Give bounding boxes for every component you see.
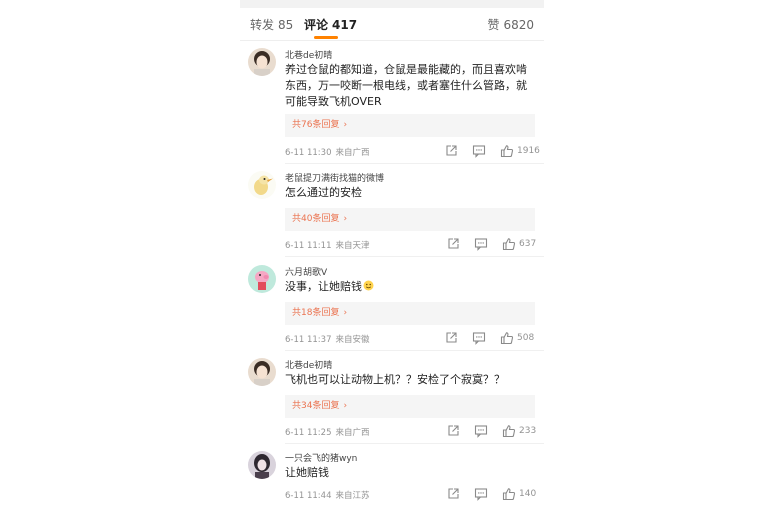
comment-item: 老鼠提刀满街找猫的微博 怎么通过的安检 共40条回复 › 6-11 11:11 来自…	[240, 171, 544, 257]
replies-link[interactable]: 共76条回复 ›	[285, 114, 535, 137]
thumbs-up-icon[interactable]	[500, 144, 514, 158]
like-count: 1916	[517, 146, 540, 156]
comment-icon[interactable]	[474, 424, 488, 438]
share-icon[interactable]	[446, 237, 460, 251]
username[interactable]: 北巷de初晴	[285, 358, 332, 371]
comment-meta: 6-11 11:37 来自安徽	[285, 333, 370, 345]
comment-text: 让她赔钱	[285, 466, 329, 479]
timestamp: 6-11 11:37	[285, 335, 332, 345]
tab-like[interactable]: 赞 6820	[487, 16, 534, 33]
tab-like-label: 赞	[487, 18, 500, 32]
smile-emoji-icon	[363, 280, 374, 291]
comment-text: 没事，让她赔钱	[285, 279, 537, 295]
chevron-right-icon: ›	[343, 308, 348, 318]
share-icon[interactable]	[446, 424, 460, 438]
like-count: 508	[517, 333, 535, 343]
top-strip	[240, 0, 544, 8]
tab-comment-count: 417	[332, 18, 358, 32]
comment-icon[interactable]	[474, 237, 488, 251]
chevron-right-icon: ›	[343, 214, 348, 224]
comment-meta: 6-11 11:11 来自天津	[285, 239, 370, 251]
tab-repost[interactable]: 转发 85	[250, 16, 293, 33]
replies-link[interactable]: 共34条回复 ›	[285, 395, 535, 418]
share-icon[interactable]	[444, 331, 458, 345]
comment-icon[interactable]	[472, 144, 486, 158]
timestamp: 6-11 11:30	[285, 148, 332, 158]
active-tab-indicator	[314, 36, 338, 39]
share-icon[interactable]	[446, 487, 460, 501]
avatar[interactable]	[248, 265, 276, 293]
comment-text-content: 没事，让她赔钱	[285, 280, 362, 293]
like-count: 637	[519, 239, 537, 249]
chevron-right-icon: ›	[343, 120, 348, 130]
comment-item: 北巷de初晴 飞机也可以让动物上机？？安检了个寂寞？？ 共34条回复 › 6-11…	[240, 358, 544, 444]
divider	[285, 163, 544, 164]
location: 来自安徽	[335, 335, 370, 345]
avatar[interactable]	[248, 451, 276, 479]
tab-bar: 转发 85 评论 417 赞 6820	[240, 8, 544, 41]
like-count: 233	[519, 426, 537, 436]
replies-count: 共34条回复	[292, 401, 340, 411]
username[interactable]: 六月胡歌V	[285, 265, 327, 278]
share-icon[interactable]	[444, 144, 458, 158]
thumbs-up-icon[interactable]	[502, 424, 516, 438]
divider	[285, 350, 544, 351]
divider	[285, 443, 544, 444]
comment-meta: 6-11 11:44 来自江苏	[285, 489, 370, 501]
replies-link[interactable]: 共40条回复 ›	[285, 208, 535, 231]
thumbs-up-icon[interactable]	[502, 237, 516, 251]
replies-link[interactable]: 共18条回复 ›	[285, 302, 535, 325]
avatar[interactable]	[248, 171, 276, 199]
location: 来自广西	[335, 148, 370, 158]
replies-count: 共76条回复	[292, 120, 340, 130]
like-count: 140	[519, 489, 537, 499]
comments-panel: 转发 85 评论 417 赞 6820 北巷de初晴 养过仓鼠的都知道，仓鼠是最能藏的…	[240, 0, 544, 508]
comment-text: 怎么通过的安检	[285, 186, 362, 199]
comment-icon[interactable]	[472, 331, 486, 345]
timestamp: 6-11 11:11	[285, 241, 332, 251]
tab-repost-label: 转发	[250, 18, 275, 32]
comment-meta: 6-11 11:25 来自广西	[285, 426, 370, 438]
comment-text: 飞机也可以让动物上机？？安检了个寂寞？？	[285, 373, 505, 386]
avatar[interactable]	[248, 358, 276, 386]
comment-item: 一只会飞的猪wyn 让她赔钱 6-11 11:44 来自江苏 140	[240, 451, 544, 508]
replies-count: 共18条回复	[292, 308, 340, 318]
location: 来自天津	[335, 241, 370, 251]
tab-comment-label: 评论	[304, 18, 329, 32]
tab-like-count: 6820	[503, 18, 534, 32]
replies-count: 共40条回复	[292, 214, 340, 224]
chevron-right-icon: ›	[343, 401, 348, 411]
comment-meta: 6-11 11:30 来自广西	[285, 146, 370, 158]
timestamp: 6-11 11:44	[285, 491, 332, 501]
username[interactable]: 一只会飞的猪wyn	[285, 451, 357, 464]
location: 来自广西	[335, 428, 370, 438]
timestamp: 6-11 11:25	[285, 428, 332, 438]
username[interactable]: 北巷de初晴	[285, 48, 332, 61]
thumbs-up-icon[interactable]	[502, 487, 516, 501]
avatar[interactable]	[248, 48, 276, 76]
comment-text: 养过仓鼠的都知道，仓鼠是最能藏的，而且喜欢啃东西，万一咬断一根电线，或者塞住什么…	[285, 63, 527, 108]
comment-icon[interactable]	[474, 487, 488, 501]
location: 来自江苏	[335, 491, 370, 501]
comment-item: 北巷de初晴 养过仓鼠的都知道，仓鼠是最能藏的，而且喜欢啃东西，万一咬断一根电线…	[240, 48, 544, 164]
tab-comment[interactable]: 评论 417	[304, 16, 357, 33]
tab-repost-count: 85	[278, 18, 294, 32]
comment-item: 六月胡歌V 没事，让她赔钱 共18条回复 › 6-11 11:37 来自安徽 508	[240, 265, 544, 351]
thumbs-up-icon[interactable]	[500, 331, 514, 345]
username[interactable]: 老鼠提刀满街找猫的微博	[285, 171, 384, 184]
divider	[285, 256, 544, 257]
